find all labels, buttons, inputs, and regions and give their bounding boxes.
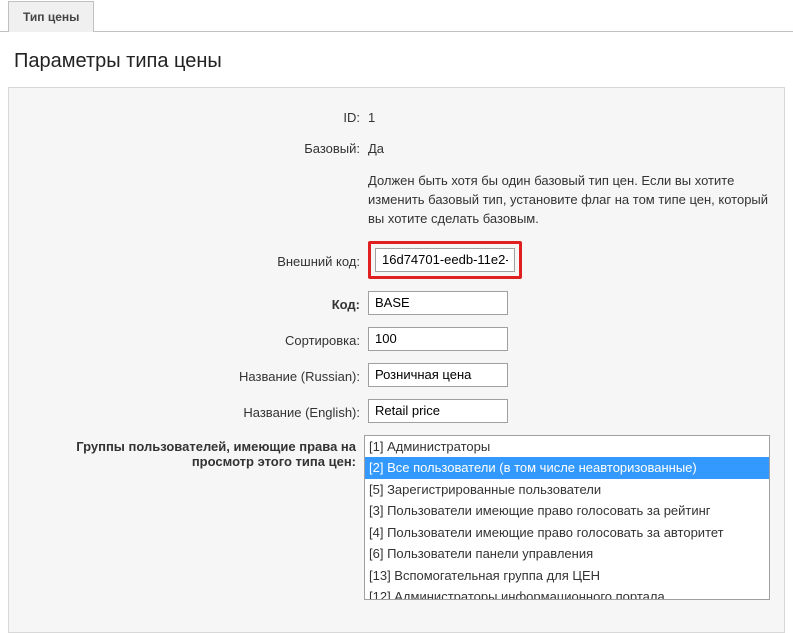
label-sort: Сортировка: xyxy=(23,329,368,348)
label-external-code: Внешний код: xyxy=(23,250,368,269)
user-groups-select[interactable]: [1] Администраторы[2] Все пользователи (… xyxy=(364,435,770,600)
label-name-russian: Название (Russian): xyxy=(23,365,368,384)
external-code-input[interactable] xyxy=(375,248,515,272)
label-id: ID: xyxy=(23,106,368,125)
external-code-highlight xyxy=(368,241,522,279)
value-base: Да xyxy=(368,137,770,156)
name-russian-input[interactable] xyxy=(368,363,508,387)
tab-bar: Тип цены xyxy=(0,0,793,32)
label-code: Код: xyxy=(23,293,368,312)
user-group-option[interactable]: [13] Вспомогательная группа для ЦЕН xyxy=(365,565,769,587)
user-group-option[interactable]: [6] Пользователи панели управления xyxy=(365,543,769,565)
page-title: Параметры типа цены xyxy=(0,32,793,87)
sort-input[interactable] xyxy=(368,327,508,351)
name-english-input[interactable] xyxy=(368,399,508,423)
user-group-option[interactable]: [3] Пользователи имеющие право голосоват… xyxy=(365,500,769,522)
user-group-option[interactable]: [4] Пользователи имеющие право голосоват… xyxy=(365,522,769,544)
user-group-option[interactable]: [1] Администраторы xyxy=(365,436,769,458)
tab-price-type[interactable]: Тип цены xyxy=(8,1,94,32)
user-group-option[interactable]: [2] Все пользователи (в том числе неавто… xyxy=(365,457,769,479)
user-group-option[interactable]: [5] Зарегистрированные пользователи xyxy=(365,479,769,501)
label-user-groups: Группы пользователей, имеющие права на п… xyxy=(23,435,364,469)
code-input[interactable] xyxy=(368,291,508,315)
label-name-english: Название (English): xyxy=(23,401,368,420)
value-id: 1 xyxy=(368,106,770,125)
base-note-text: Должен быть хотя бы один базовый тип цен… xyxy=(368,172,770,229)
form-panel: ID: 1 Базовый: Да Должен быть хотя бы од… xyxy=(8,87,785,633)
label-empty xyxy=(23,168,368,172)
label-base: Базовый: xyxy=(23,137,368,156)
user-group-option[interactable]: [12] Администраторы информационного порт… xyxy=(365,586,769,600)
